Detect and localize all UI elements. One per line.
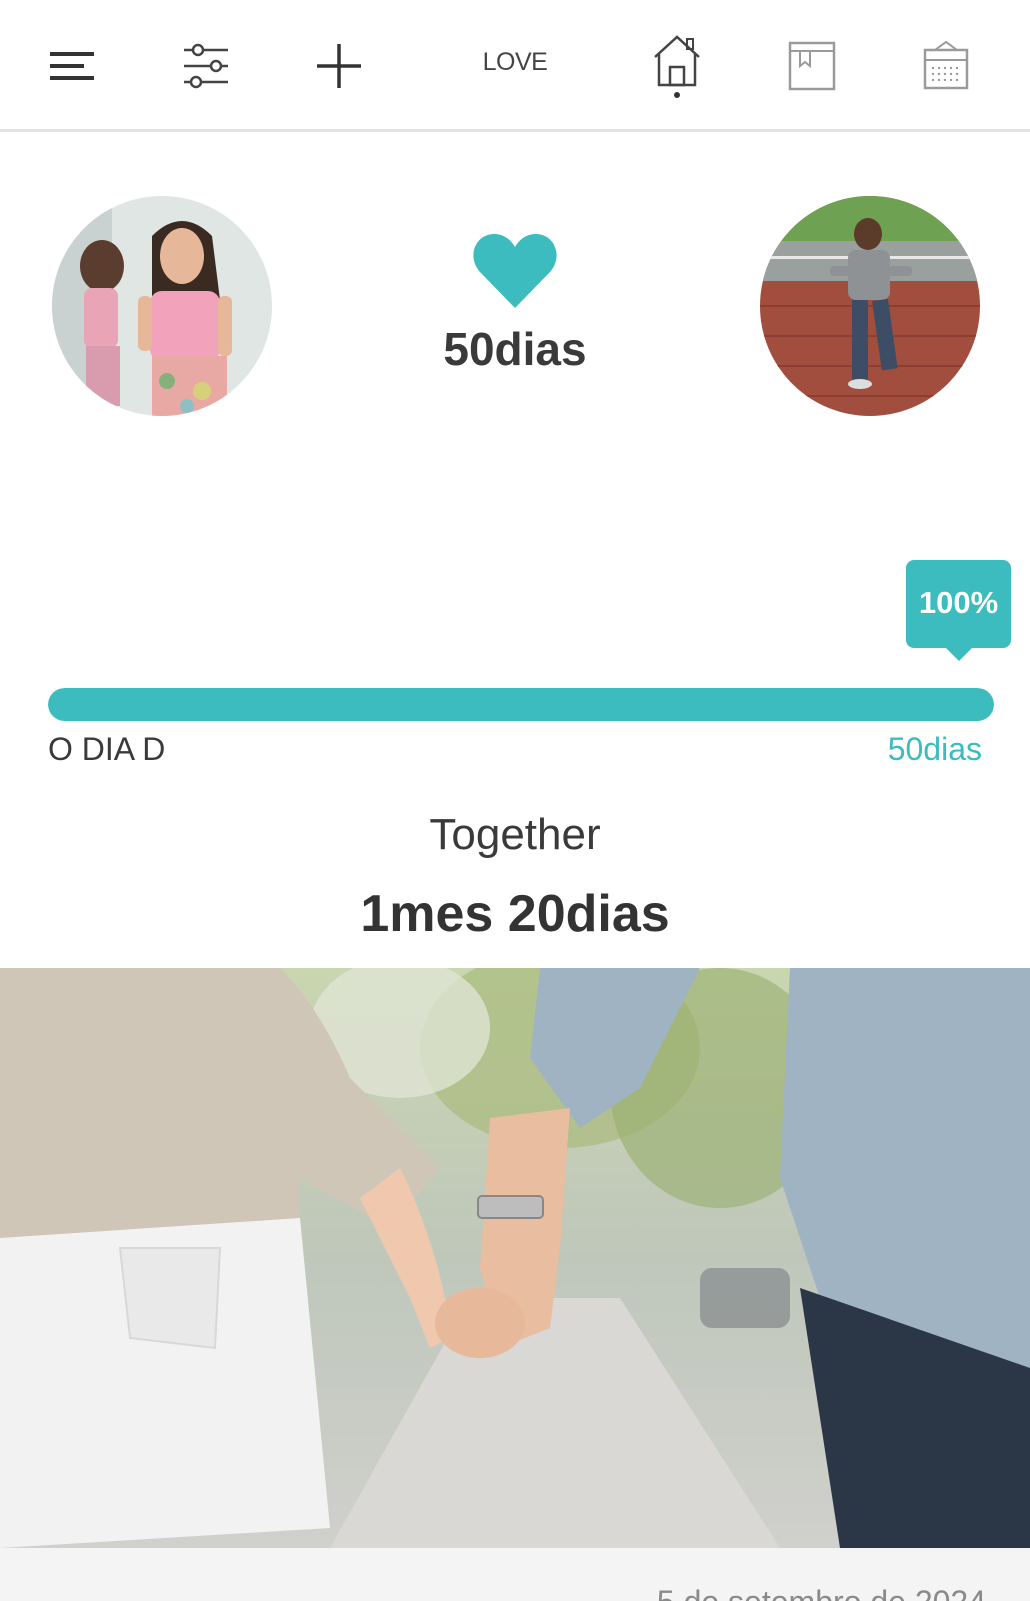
together-duration: 1mes 20dias	[360, 885, 670, 943]
progress-track	[48, 688, 994, 721]
partner-right-avatar[interactable]	[760, 196, 980, 416]
progress-percent-label: 100%	[906, 560, 1011, 648]
couple-photo[interactable]	[0, 968, 1030, 1548]
top-toolbar: LOVE	[0, 0, 1030, 132]
plus-icon[interactable]	[303, 30, 375, 102]
entry-card[interactable]: 5 de setembro de 2024	[0, 1548, 1030, 1601]
bookmark-icon[interactable]	[776, 30, 848, 102]
app-title: LOVE	[482, 48, 548, 76]
progress-percent-tag: 100%	[906, 560, 1011, 661]
entry-date: 5 de setembro de 2024	[657, 1584, 986, 1601]
calendar-icon[interactable]	[910, 30, 982, 102]
menu-icon[interactable]	[36, 30, 108, 102]
partner-left-avatar[interactable]	[52, 196, 272, 416]
progress-fill	[48, 688, 994, 721]
together-label: Together	[429, 810, 601, 859]
heart-icon	[473, 234, 557, 308]
days-together-count: 50dias	[443, 323, 587, 375]
progress-end-label: 50dias	[887, 731, 982, 767]
sliders-icon[interactable]	[170, 30, 242, 102]
progress-start-label: O DIA D	[48, 731, 166, 767]
home-icon[interactable]	[641, 30, 713, 102]
progress-tag-pointer	[944, 646, 974, 661]
